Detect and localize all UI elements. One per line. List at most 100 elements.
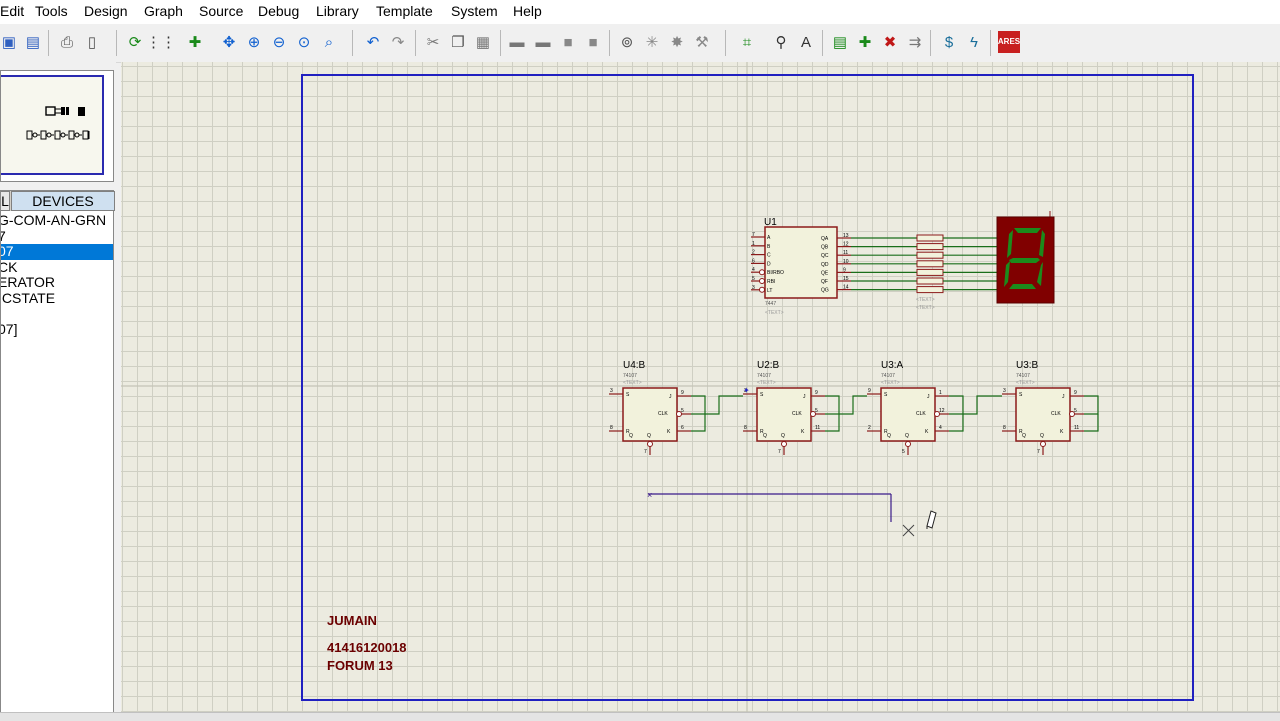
list-item[interactable]: CK xyxy=(1,260,113,276)
flip-flop-text: <TEXT> xyxy=(623,380,642,386)
resistor-text-1: <TEXT> xyxy=(916,297,935,303)
decompose-icon[interactable]: ⚒ xyxy=(691,31,713,53)
list-item-selected[interactable]: 07 xyxy=(1,244,113,260)
make-device-icon[interactable]: ✳ xyxy=(641,31,663,53)
block-copy-icon[interactable]: ▬ xyxy=(506,31,528,53)
pin-number: 11 xyxy=(815,425,820,431)
pin-label: CLK xyxy=(1051,411,1061,417)
menu-bar: Edit Tools Design Graph Source Debug Lib… xyxy=(0,0,1280,24)
paste-icon[interactable]: ▦ xyxy=(472,31,494,53)
list-item[interactable] xyxy=(1,306,113,322)
flip-flop-u2-b[interactable]: U2:B74107<TEXT>38SRJCLKK9511Q Q7 xyxy=(743,360,867,455)
new-sheet-icon[interactable]: ▤ xyxy=(829,31,851,53)
menu-design[interactable]: Design xyxy=(84,3,128,19)
wire-autoroute-icon[interactable]: ⌗ xyxy=(736,31,758,53)
pencil-cursor-icon xyxy=(926,510,937,529)
menu-template[interactable]: Template xyxy=(376,3,433,19)
list-item[interactable]: 07] xyxy=(1,322,113,338)
origin-icon[interactable]: ✚ xyxy=(184,31,206,53)
decoder-output-pin-number: 15 xyxy=(843,276,849,282)
print-icon[interactable]: ⎙ xyxy=(56,31,78,53)
zoom-out-icon[interactable]: ⊖ xyxy=(268,31,290,53)
pick-device-icon[interactable]: ⊚ xyxy=(616,31,638,53)
block-rotate-icon[interactable]: ■ xyxy=(557,31,579,53)
zoom-all-icon[interactable]: ⊙ xyxy=(293,31,315,53)
tab-library[interactable]: L xyxy=(1,191,10,211)
redo-icon[interactable]: ↷ xyxy=(387,31,409,53)
decoder-input-pin-number: 7 xyxy=(752,232,755,238)
search-icon[interactable]: ⚲ xyxy=(770,31,792,53)
resistor xyxy=(916,268,944,276)
overview-window[interactable] xyxy=(0,70,114,182)
pin-label: Q xyxy=(887,433,891,439)
menu-edit[interactable]: Edit xyxy=(0,3,24,19)
property-assign-icon[interactable]: A xyxy=(795,31,817,53)
pin-label: Q xyxy=(905,433,909,439)
wire xyxy=(705,395,743,415)
overview-viewport[interactable] xyxy=(1,75,104,175)
remove-sheet-icon[interactable]: ✖ xyxy=(879,31,901,53)
decoder-input-pin-number: 3 xyxy=(752,285,755,291)
pin-number: 5 xyxy=(1074,408,1077,414)
wire xyxy=(691,395,706,415)
decoder-output-pin-number: 10 xyxy=(843,259,849,265)
list-item[interactable]: ERATOR xyxy=(1,275,113,291)
seven-segment-display[interactable] xyxy=(996,211,1055,304)
add-sheet-icon[interactable]: ✚ xyxy=(854,31,876,53)
copy-icon[interactable]: ❐ xyxy=(447,31,469,53)
decoder-input-pin-number: 5 xyxy=(752,276,755,282)
electrical-check-icon[interactable]: ϟ xyxy=(963,31,985,53)
pin-number: 8 xyxy=(1003,425,1006,431)
pin-label: CLK xyxy=(658,411,668,417)
decoder-input-pin-number: 1 xyxy=(752,241,755,247)
resistor xyxy=(916,286,944,294)
menu-help[interactable]: Help xyxy=(513,3,542,19)
pan-icon[interactable]: ✥ xyxy=(218,31,240,53)
resistor-array[interactable] xyxy=(851,234,997,294)
menu-debug[interactable]: Debug xyxy=(258,3,299,19)
grid-icon[interactable]: ⋮⋮ xyxy=(146,31,176,53)
flip-flop-u3-a[interactable]: U3:A74107<TEXT>92SRJCLKK1124Q Q5 xyxy=(867,360,1002,455)
pin-number: 8 xyxy=(610,425,613,431)
undo-icon[interactable]: ↶ xyxy=(362,31,384,53)
zoom-area-icon[interactable]: ⌕ xyxy=(318,31,340,53)
flip-flop-u4-b[interactable]: U4:B74107<TEXT>38SRJCLKK956Q Q7 xyxy=(609,360,743,455)
goto-sheet-icon[interactable]: ⇉ xyxy=(904,31,926,53)
menu-tools[interactable]: Tools xyxy=(35,3,68,19)
clr-bubble xyxy=(905,441,911,447)
packaging-icon[interactable]: ✸ xyxy=(666,31,688,53)
zoom-in-icon[interactable]: ⊕ xyxy=(243,31,265,53)
refresh-icon[interactable]: ⟳ xyxy=(124,31,146,53)
annotation-forum: FORUM 13 xyxy=(327,658,393,673)
pin-number: 7 xyxy=(1037,449,1040,455)
pin-number: 7 xyxy=(778,449,781,455)
tab-devices[interactable]: DEVICES xyxy=(11,191,115,211)
menu-system[interactable]: System xyxy=(451,3,498,19)
resistor-text-2: <TEXT> xyxy=(916,305,935,311)
flip-flop-u3-b[interactable]: U3:B74107<TEXT>38SRJCLKK9511Q Q7 xyxy=(1002,360,1099,455)
schematic-canvas[interactable]: U1 A 7 B 1 C 2 D 6 BI/RBO 4 RBI 5 LT 3 QA 13 QB 12 QC 11 QD… xyxy=(121,62,1280,712)
bill-of-materials-icon[interactable]: $ xyxy=(938,31,960,53)
menu-library[interactable]: Library xyxy=(316,3,359,19)
decoder-output-label: QG xyxy=(821,288,829,294)
block-move-icon[interactable]: ▬ xyxy=(532,31,554,53)
decoder-input-label: BI/RBO xyxy=(767,270,784,276)
save-icon[interactable]: ▣ xyxy=(0,31,20,53)
ares-icon[interactable]: ARES xyxy=(998,31,1020,53)
page-icon[interactable]: ▯ xyxy=(81,31,103,53)
list-item[interactable]: ICSTATE xyxy=(1,291,113,307)
decoder-7447[interactable]: U1 A7B1C2D6BI/RBO4RBI5LT3 QA 13QB 12QC 11QD… xyxy=(751,217,851,316)
cut-icon[interactable]: ✂ xyxy=(422,31,444,53)
decoder-output-label: QB xyxy=(821,245,829,251)
pin-number: 3 xyxy=(1003,388,1006,394)
block-delete-icon[interactable]: ■ xyxy=(582,31,604,53)
properties-icon[interactable]: ▤ xyxy=(22,31,44,53)
list-item[interactable]: 7 xyxy=(1,229,113,245)
menu-graph[interactable]: Graph xyxy=(144,3,183,19)
decoder-output-label: QE xyxy=(821,270,829,276)
decoder-output-pin-number: 13 xyxy=(843,233,849,239)
menu-source[interactable]: Source xyxy=(199,3,243,19)
svg-text:×: × xyxy=(647,490,652,500)
list-item[interactable]: G-COM-AN-GRN xyxy=(1,213,113,229)
pin-number: 1 xyxy=(939,390,942,396)
